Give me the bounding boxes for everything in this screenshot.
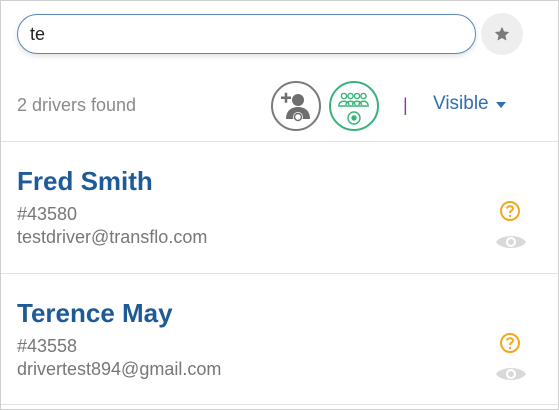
search-input[interactable]: [17, 14, 476, 54]
divider: [1, 404, 558, 405]
driver-groups-button[interactable]: [329, 81, 379, 131]
visibility-filter-dropdown[interactable]: Visible: [433, 93, 506, 115]
help-circle-icon[interactable]: [499, 200, 521, 222]
driver-id: #43580: [17, 204, 78, 224]
star-icon: [494, 26, 510, 41]
driver-email: testdriver@transflo.com: [17, 227, 208, 247]
driver-id: #43558: [17, 336, 78, 356]
drivers-panel: 2 drivers found: [0, 0, 559, 410]
favorite-button[interactable]: [481, 13, 523, 55]
add-driver-icon: [281, 92, 310, 122]
results-toolbar: 2 drivers found | Visible: [1, 75, 558, 137]
driver-name[interactable]: Terence May: [17, 298, 173, 329]
driver-group-icon: [338, 92, 369, 125]
visibility-filter-label: Visible: [433, 93, 489, 114]
separator: |: [403, 95, 408, 115]
results-count: 2 drivers found: [17, 95, 137, 115]
chevron-down-icon: [495, 102, 506, 108]
eye-icon[interactable]: [495, 364, 527, 384]
add-driver-button[interactable]: [271, 81, 321, 131]
help-circle-icon[interactable]: [499, 332, 521, 354]
driver-card[interactable]: Fred Smith #43580 testdriver@transflo.co…: [1, 142, 558, 272]
driver-card[interactable]: Terence May #43558 drivertest894@gmail.c…: [1, 274, 558, 404]
search-bar: [1, 1, 558, 71]
eye-icon[interactable]: [495, 232, 527, 252]
driver-name[interactable]: Fred Smith: [17, 166, 153, 197]
driver-email: drivertest894@gmail.com: [17, 359, 222, 379]
